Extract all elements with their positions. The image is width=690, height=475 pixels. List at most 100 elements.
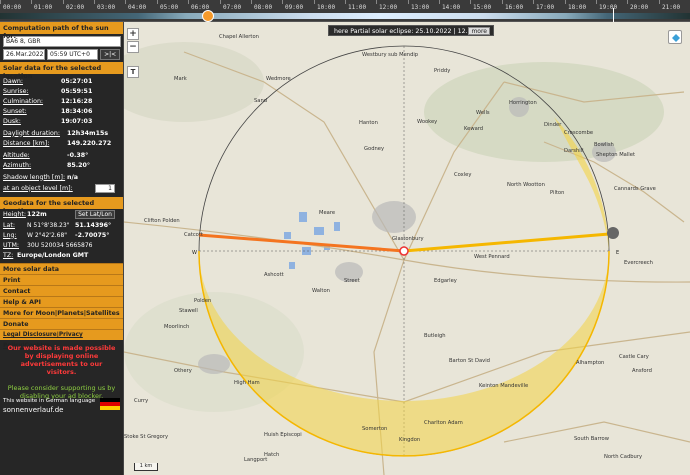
solar-row-label[interactable]: Dawn: bbox=[3, 78, 61, 85]
timeline-tick-label[interactable]: 02:00 bbox=[66, 4, 84, 11]
timeline-tick-label[interactable]: 11:00 bbox=[348, 4, 366, 11]
timeline-tick-label[interactable]: 01:00 bbox=[34, 4, 52, 11]
timeline-tick-label[interactable]: 00:00 bbox=[3, 4, 21, 11]
map-layers-icon[interactable] bbox=[668, 30, 682, 44]
solar-row: Dawn: 05:27:01 bbox=[0, 76, 123, 86]
site-name[interactable]: sonnenverlauf.de bbox=[3, 406, 63, 414]
timeline-tick-label[interactable]: 13:00 bbox=[411, 4, 429, 11]
map-place-label: Croscombe bbox=[564, 130, 594, 136]
timeline-tick-label[interactable]: 21:00 bbox=[662, 4, 680, 11]
map-place-label: Walton bbox=[312, 288, 330, 294]
time-input[interactable]: 05:59 UTC+0 bbox=[47, 49, 99, 60]
map-place-label: Keward bbox=[464, 126, 484, 132]
timeline-tick-line bbox=[251, 0, 252, 4]
map-place-label: Glastonbury bbox=[392, 236, 424, 242]
timeline-tick-label[interactable]: 09:00 bbox=[285, 4, 303, 11]
solar-row-label[interactable]: Azimuth: bbox=[3, 162, 67, 169]
tool-button[interactable]: T bbox=[127, 66, 139, 78]
solar-row-label[interactable]: Daylight duration: bbox=[3, 130, 67, 137]
timeline-track[interactable] bbox=[0, 13, 690, 19]
map-place-label: Cannards Grave bbox=[614, 186, 656, 192]
height-label: Height: bbox=[3, 211, 26, 218]
map-place-label: Hatch bbox=[264, 452, 280, 458]
solar-row-label[interactable]: Culmination: bbox=[3, 98, 61, 105]
menu-item[interactable]: Donate bbox=[0, 318, 123, 329]
object-level-input[interactable]: 1 bbox=[95, 183, 115, 193]
timeline-tick-label[interactable]: 16:00 bbox=[505, 4, 523, 11]
german-language-note[interactable]: This website in German language bbox=[3, 398, 95, 404]
timeline-tick-line bbox=[282, 0, 283, 4]
timeline-knob[interactable] bbox=[202, 10, 214, 22]
zoom-in-button[interactable]: + bbox=[127, 28, 139, 40]
solar-data-title: Solar data for the selected location bbox=[0, 62, 123, 80]
map-canvas[interactable]: W E bbox=[124, 22, 690, 475]
timeline-tick-label[interactable]: 07:00 bbox=[223, 4, 241, 11]
menu-item[interactable]: Legal Disclosure|Privacy Policy|Cookies bbox=[0, 329, 123, 349]
solar-row-value: 149.220.272 bbox=[67, 139, 112, 147]
map-place-label: Stoke St Gregory bbox=[124, 434, 169, 440]
timeline-tick-line bbox=[596, 0, 597, 4]
timeline-tick-line bbox=[125, 0, 126, 4]
german-flag-icon[interactable] bbox=[100, 398, 120, 410]
timeline-tick-label[interactable]: 17:00 bbox=[536, 4, 554, 11]
lng-label: Lng: bbox=[3, 231, 17, 239]
map-place-label: North Wootton bbox=[507, 182, 545, 188]
timeline-tick-label[interactable]: 14:00 bbox=[442, 4, 460, 11]
map-place-label: Charlton Adam bbox=[424, 420, 463, 426]
location-marker[interactable] bbox=[399, 246, 409, 256]
timeline-tick-line bbox=[188, 0, 189, 4]
menu-item[interactable]: Help & API bbox=[0, 296, 123, 307]
map-place-label: Evercreech bbox=[624, 260, 653, 266]
solar-row-label[interactable]: Dusk: bbox=[3, 118, 61, 125]
map-place-label: Clifton Polden bbox=[144, 218, 180, 224]
timeline-tick-line bbox=[533, 0, 534, 4]
geodata-title: Geodata for the selected location bbox=[0, 197, 123, 215]
solar-row-label[interactable]: Shadow length [m]: bbox=[3, 174, 67, 181]
location-input[interactable]: BA6 8, GBR bbox=[3, 36, 121, 47]
date-input[interactable]: 26.Mar.2022 bbox=[3, 49, 45, 60]
timeline-tick-label[interactable]: 08:00 bbox=[254, 4, 272, 11]
timeline-tick-label[interactable]: 20:00 bbox=[630, 4, 648, 11]
solar-row-label[interactable]: Altitude: bbox=[3, 152, 67, 159]
solar-row-label[interactable]: Sunset: bbox=[3, 108, 61, 115]
timeline-tick-label[interactable]: 05:00 bbox=[160, 4, 178, 11]
menu-item[interactable]: More for Moon|Planets|Satellites bbox=[0, 307, 123, 318]
solar-row: Daylight duration: 12h34m15s bbox=[0, 128, 123, 138]
solar-row-label[interactable]: Sunrise: bbox=[3, 88, 61, 95]
map-place-label: Mark bbox=[174, 76, 187, 82]
time-nav-button[interactable]: >|< bbox=[100, 49, 120, 60]
menu-item[interactable]: Print bbox=[0, 274, 123, 285]
menu-item[interactable]: More solar data bbox=[0, 263, 123, 274]
map-place-label: Dinder bbox=[544, 122, 562, 128]
timeline-tick-line bbox=[157, 0, 158, 4]
timeline-tick-label[interactable]: 18:00 bbox=[568, 4, 586, 11]
eclipse-more-button[interactable]: more bbox=[468, 27, 490, 35]
map-place-label: West Pennard bbox=[474, 254, 510, 260]
map-place-label: Darshill bbox=[564, 148, 584, 154]
west-marker: W bbox=[192, 250, 197, 256]
ad-support-message: Our website is made possible by displayi… bbox=[7, 344, 116, 376]
map-place-label: Pilton bbox=[550, 190, 565, 196]
timeline-tick-label[interactable]: 03:00 bbox=[97, 4, 115, 11]
set-latlon-button[interactable]: Set Lat/Lon bbox=[75, 210, 115, 219]
map-place-label: Butleigh bbox=[424, 333, 446, 339]
map-place-label: Street bbox=[344, 278, 360, 284]
map-place-label: Othery bbox=[174, 368, 192, 374]
map-place-label: South Barrow bbox=[574, 436, 609, 442]
timeline-tick-label[interactable]: 19:00 bbox=[599, 4, 617, 11]
solar-row: Culmination: 12:16:28 bbox=[0, 96, 123, 106]
timeline-bar[interactable]: 00:00 01:00 02:00 03:00 04:00 05:00 06:00 07:00… bbox=[0, 0, 690, 22]
solar-row-label[interactable]: Distance [km]: bbox=[3, 140, 67, 147]
timeline-tick-label[interactable]: 04:00 bbox=[128, 4, 146, 11]
timeline-tick-line bbox=[502, 0, 503, 4]
map-place-label: Horrington bbox=[509, 100, 537, 106]
timeline-tick-label[interactable]: 10:00 bbox=[317, 4, 335, 11]
timeline-tick-line bbox=[376, 0, 377, 4]
map-scale: 1 km bbox=[134, 463, 158, 471]
map-view[interactable]: W E Chapel Allerton Westbury sub Mendip Ma… bbox=[124, 22, 690, 475]
timeline-tick-label[interactable]: 15:00 bbox=[473, 4, 491, 11]
zoom-out-button[interactable]: − bbox=[127, 41, 139, 53]
map-place-label: Wedmore bbox=[266, 76, 291, 82]
timeline-tick-label[interactable]: 12:00 bbox=[379, 4, 397, 11]
menu-item[interactable]: Contact bbox=[0, 285, 123, 296]
